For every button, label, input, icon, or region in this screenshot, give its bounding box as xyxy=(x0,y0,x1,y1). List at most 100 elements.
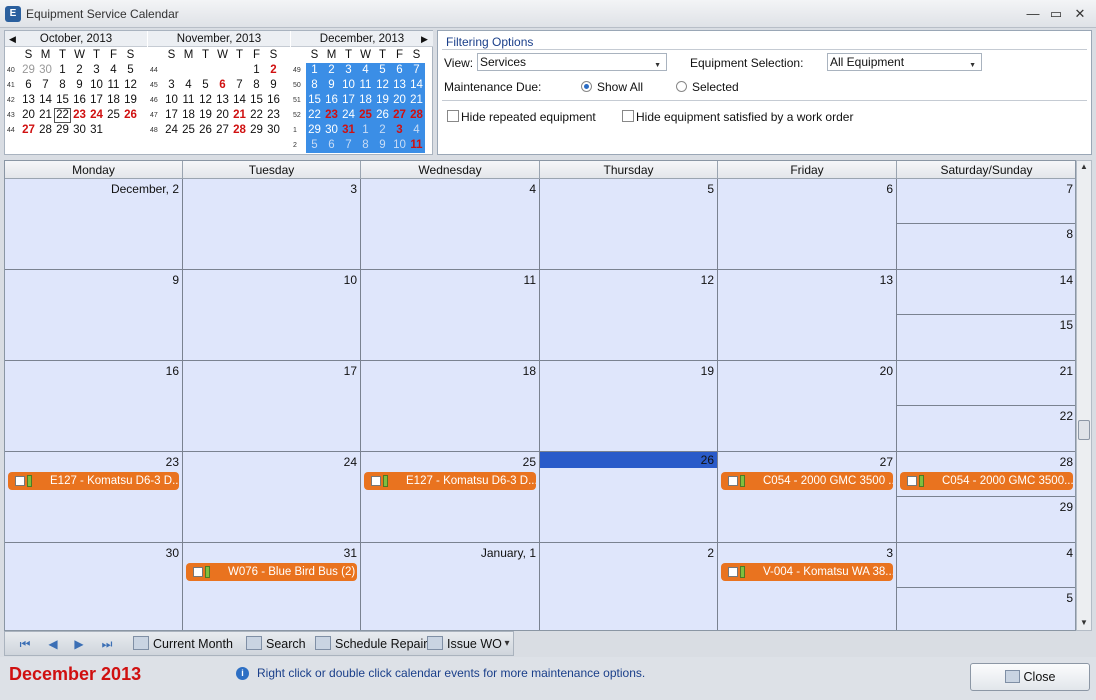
mini-calendar-day[interactable]: 13 xyxy=(214,93,231,108)
mini-calendar-day[interactable]: 15 xyxy=(306,93,323,108)
mini-calendar-day[interactable]: 10 xyxy=(163,93,180,108)
mini-calendar-day[interactable]: 19 xyxy=(374,93,391,108)
mini-calendar-day[interactable]: 4 xyxy=(105,63,122,78)
mini-calendar-day[interactable]: 5 xyxy=(306,138,323,153)
mini-calendar-day[interactable]: 9 xyxy=(374,138,391,153)
day-cell[interactable]: 13 xyxy=(718,270,897,361)
day-cell[interactable]: December, 2 xyxy=(5,179,183,270)
mini-calendar-day[interactable]: 14 xyxy=(37,93,54,108)
day-cell[interactable]: 31 xyxy=(183,543,361,630)
mini-calendar-day[interactable]: 15 xyxy=(54,93,71,108)
day-cell[interactable]: 27 xyxy=(718,452,897,543)
mini-calendar-day[interactable]: 23 xyxy=(71,108,88,123)
mini-calendar-day[interactable]: 27 xyxy=(214,123,231,138)
weekend-day-cell[interactable]: 21 xyxy=(897,361,1075,406)
mini-calendar-day[interactable]: 13 xyxy=(20,93,37,108)
mini-calendar-day[interactable]: 21 xyxy=(231,108,248,123)
minimize-button[interactable]: — xyxy=(1022,4,1044,24)
issue-wo-button[interactable]: Issue WO xyxy=(427,635,502,653)
prev-month-arrow-icon[interactable]: ◀ xyxy=(9,32,16,46)
mini-calendar-day[interactable]: 14 xyxy=(231,93,248,108)
day-cell[interactable]: 11 xyxy=(361,270,540,361)
event-checkbox[interactable] xyxy=(371,476,381,486)
mini-calendar-day[interactable]: 16 xyxy=(265,93,282,108)
mini-calendar-day[interactable]: 23 xyxy=(323,108,340,123)
mini-calendar-day[interactable]: 7 xyxy=(340,138,357,153)
mini-calendar-day[interactable]: 6 xyxy=(20,78,37,93)
mini-calendar-day[interactable]: 10 xyxy=(88,78,105,93)
mini-calendar-day[interactable]: 17 xyxy=(88,93,105,108)
calendar-event[interactable]: C054 - 2000 GMC 3500 ... xyxy=(721,472,893,490)
weekend-day-cell[interactable]: 15 xyxy=(897,315,1075,361)
close-window-button[interactable]: ✕ xyxy=(1069,4,1091,24)
mini-calendar-day[interactable]: 16 xyxy=(323,93,340,108)
mini-calendar-day[interactable]: 18 xyxy=(357,93,374,108)
mini-calendar-day[interactable]: 10 xyxy=(340,78,357,93)
calendar-event[interactable]: W076 - Blue Bird Bus (2) xyxy=(186,563,357,581)
mini-calendar-day[interactable]: 25 xyxy=(180,123,197,138)
mini-calendar-day[interactable]: 11 xyxy=(105,78,122,93)
day-cell[interactable]: 16 xyxy=(5,361,183,452)
day-cell[interactable]: 17 xyxy=(183,361,361,452)
mini-calendar-day[interactable]: 3 xyxy=(88,63,105,78)
day-cell[interactable]: 23 xyxy=(5,452,183,543)
mini-calendar-day[interactable]: 15 xyxy=(248,93,265,108)
day-cell[interactable]: 5 xyxy=(540,179,718,270)
close-button[interactable]: Close xyxy=(970,663,1090,691)
mini-calendar-day[interactable]: 12 xyxy=(122,78,139,93)
mini-calendar-day[interactable]: 12 xyxy=(197,93,214,108)
schedule-repair-button[interactable]: Schedule Repair xyxy=(315,635,427,653)
weekend-day-cell[interactable]: 14 xyxy=(897,270,1075,315)
show-all-radio[interactable] xyxy=(581,81,592,92)
mini-calendar-day[interactable]: 22 xyxy=(54,108,71,123)
mini-calendar-day[interactable]: 29 xyxy=(54,123,71,138)
day-cell[interactable]: 26 xyxy=(540,452,718,543)
next-month-arrow-icon[interactable]: ▶ xyxy=(421,32,428,46)
mini-calendar-day[interactable]: 17 xyxy=(340,93,357,108)
mini-calendar-day[interactable]: 25 xyxy=(105,108,122,123)
current-month-button[interactable]: Current Month xyxy=(133,635,233,653)
day-cell[interactable]: 12 xyxy=(540,270,718,361)
mini-calendar-day[interactable]: 29 xyxy=(248,123,265,138)
mini-calendar-day[interactable]: 4 xyxy=(180,78,197,93)
event-checkbox[interactable] xyxy=(193,567,203,577)
hide-satisfied-checkbox[interactable] xyxy=(622,110,634,122)
mini-calendar-day[interactable]: 29 xyxy=(306,123,323,138)
mini-calendar-day[interactable]: 3 xyxy=(163,78,180,93)
mini-calendar-day[interactable]: 8 xyxy=(54,78,71,93)
weekend-day-cell[interactable]: 8 xyxy=(897,224,1075,270)
day-cell[interactable]: 3 xyxy=(718,543,897,630)
mini-calendar-day[interactable]: 26 xyxy=(374,108,391,123)
mini-calendar-day[interactable]: 11 xyxy=(408,138,425,153)
maximize-button[interactable]: ▭ xyxy=(1045,4,1067,24)
first-month-icon[interactable]: ⏮ xyxy=(17,635,33,653)
mini-calendar-day[interactable]: 21 xyxy=(37,108,54,123)
mini-calendar-day[interactable]: 9 xyxy=(265,78,282,93)
event-checkbox[interactable] xyxy=(907,476,917,486)
mini-calendar-day[interactable]: 27 xyxy=(20,123,37,138)
mini-calendar-day[interactable]: 8 xyxy=(248,78,265,93)
day-cell[interactable]: January, 1 xyxy=(361,543,540,630)
scroll-down-icon[interactable]: ▼ xyxy=(1080,618,1088,627)
calendar-event[interactable]: E127 - Komatsu D6-3 D... xyxy=(364,472,536,490)
mini-calendar-day[interactable]: 5 xyxy=(197,78,214,93)
event-checkbox[interactable] xyxy=(728,567,738,577)
mini-calendar-day[interactable]: 7 xyxy=(231,78,248,93)
day-cell[interactable]: 24 xyxy=(183,452,361,543)
mini-calendar-day[interactable]: 29 xyxy=(20,63,37,78)
mini-calendar-day[interactable]: 16 xyxy=(71,93,88,108)
weekend-day-cell[interactable]: 7 xyxy=(897,179,1075,224)
day-cell[interactable]: 6 xyxy=(718,179,897,270)
hide-repeated-checkbox[interactable] xyxy=(447,110,459,122)
mini-calendar-day[interactable]: 2 xyxy=(265,63,282,78)
mini-calendar-day[interactable]: 24 xyxy=(88,108,105,123)
day-cell[interactable]: 19 xyxy=(540,361,718,452)
mini-calendar-day[interactable]: 12 xyxy=(374,78,391,93)
mini-calendar-day[interactable]: 2 xyxy=(71,63,88,78)
mini-calendar-day[interactable]: 25 xyxy=(357,108,374,123)
day-cell[interactable]: 30 xyxy=(5,543,183,630)
mini-calendar-day[interactable]: 30 xyxy=(71,123,88,138)
mini-calendar-day[interactable]: 27 xyxy=(391,108,408,123)
scroll-up-icon[interactable]: ▲ xyxy=(1080,162,1088,171)
previous-month-icon[interactable]: ◀ xyxy=(45,635,61,653)
